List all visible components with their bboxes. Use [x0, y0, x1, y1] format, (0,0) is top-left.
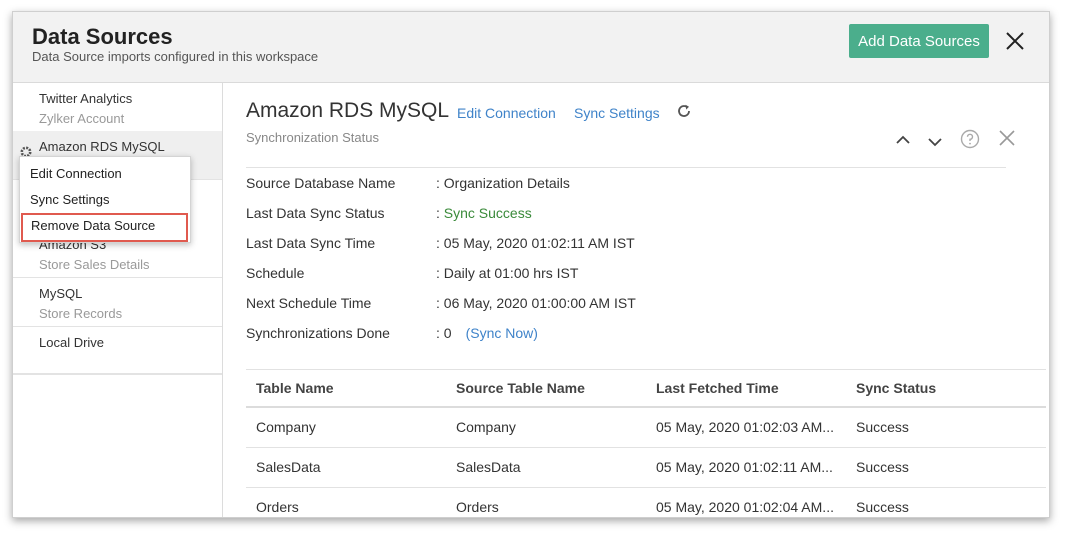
property-label: Next Schedule Time — [246, 295, 372, 311]
table-cell: Success — [856, 459, 909, 475]
sidebar-item-twitter-analytics[interactable]: Twitter Analytics Zylker Account — [13, 83, 222, 132]
table-cell: SalesData — [456, 459, 521, 475]
sidebar-item-mysql[interactable]: MySQL Store Records — [13, 278, 222, 327]
chevron-up-icon[interactable] — [896, 135, 910, 145]
refresh-icon[interactable] — [676, 103, 692, 119]
dialog-subtitle: Data Source imports configured in this w… — [32, 49, 319, 64]
table-row[interactable]: SalesData SalesData 05 May, 2020 01:02:1… — [246, 447, 1046, 488]
table-cell: Company — [256, 419, 316, 435]
sidebar-divider — [13, 373, 222, 375]
chevron-down-icon[interactable] — [928, 137, 942, 147]
column-header[interactable]: Sync Status — [856, 380, 936, 396]
table-cell: 05 May, 2020 01:02:04 AM... — [656, 499, 834, 515]
section-label: Synchronization Status — [246, 130, 379, 145]
property-label: Source Database Name — [246, 175, 396, 191]
status-badge: Sync Success — [443, 205, 532, 221]
property-value: : 0 (Sync Now) — [436, 325, 538, 341]
menu-item-edit-connection[interactable]: Edit Connection — [20, 161, 190, 187]
column-header[interactable]: Source Table Name — [456, 380, 585, 396]
sidebar-item-sublabel: Zylker Account — [39, 111, 125, 126]
add-data-sources-button[interactable]: Add Data Sources — [849, 24, 989, 58]
sidebar-item-label: Twitter Analytics — [39, 91, 133, 106]
table-cell: Success — [856, 419, 909, 435]
property-label: Synchronizations Done — [246, 325, 390, 341]
sidebar-item-label: Amazon RDS MySQL — [39, 139, 165, 154]
page-title: Amazon RDS MySQL — [246, 99, 450, 122]
table-header: Table Name Source Table Name Last Fetche… — [246, 369, 1046, 408]
menu-item-sync-settings[interactable]: Sync Settings — [20, 187, 190, 213]
sidebar-item-local-drive[interactable]: Local Drive — [13, 327, 222, 375]
sidebar-item-sublabel: Store Sales Details — [39, 257, 150, 272]
menu-item-remove-data-source[interactable]: Remove Data Source — [21, 213, 188, 242]
sync-now-link[interactable]: (Sync Now) — [466, 325, 538, 341]
property-label: Last Data Sync Time — [246, 235, 376, 251]
sidebar-item-sublabel: Store Records — [39, 306, 123, 321]
table-row[interactable]: Orders Orders 05 May, 2020 01:02:04 AM..… — [246, 487, 1046, 517]
property-value: : Sync Success — [436, 205, 532, 221]
property-label: Schedule — [246, 265, 305, 281]
table-row[interactable]: Company Company 05 May, 2020 01:02:03 AM… — [246, 407, 1046, 448]
dialog-title: Data Sources — [32, 24, 173, 49]
property-label: Last Data Sync Status — [246, 205, 385, 221]
dialog-header: Data Sources Data Source imports configu… — [13, 12, 1049, 83]
table-cell: SalesData — [256, 459, 321, 475]
sidebar-item-label: MySQL — [39, 286, 83, 301]
close-icon[interactable] — [1004, 30, 1026, 52]
table-cell: 05 May, 2020 01:02:11 AM... — [656, 459, 833, 475]
table-cell: Orders — [456, 499, 499, 515]
table-cell: 05 May, 2020 01:02:03 AM... — [656, 419, 834, 435]
close-panel-icon[interactable] — [998, 129, 1016, 147]
property-value: : 06 May, 2020 01:00:00 AM IST — [436, 295, 636, 311]
property-value: : Organization Details — [436, 175, 570, 191]
property-value: : 05 May, 2020 01:02:11 AM IST — [436, 235, 635, 251]
table-cell: Orders — [256, 499, 299, 515]
divider — [246, 167, 1006, 168]
column-header[interactable]: Table Name — [256, 380, 334, 396]
context-menu: Edit Connection Sync Settings Remove Dat… — [19, 156, 191, 243]
sync-settings-link[interactable]: Sync Settings — [574, 105, 660, 121]
help-icon[interactable] — [960, 129, 980, 149]
property-value: : Daily at 01:00 hrs IST — [436, 265, 579, 281]
sidebar-item-label: Local Drive — [39, 335, 105, 350]
table-cell: Company — [456, 419, 516, 435]
table-cell: Success — [856, 499, 909, 515]
data-source-list: Twitter Analytics Zylker Account Amazon … — [13, 83, 223, 517]
data-sources-dialog: Data Sources Data Source imports configu… — [12, 11, 1050, 518]
data-source-details: Amazon RDS MySQL Edit Connection Sync Se… — [223, 83, 1049, 517]
column-header[interactable]: Last Fetched Time — [656, 380, 779, 396]
edit-connection-link[interactable]: Edit Connection — [457, 105, 556, 121]
